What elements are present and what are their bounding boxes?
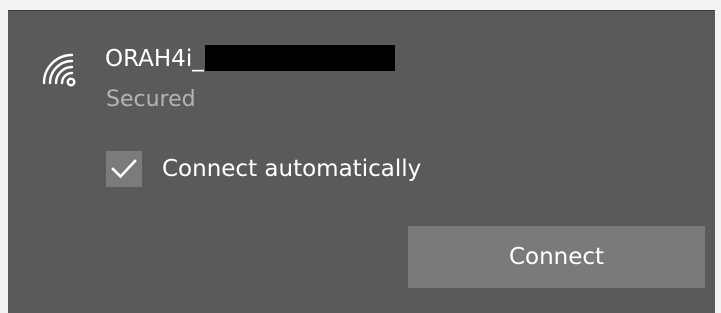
network-name-text: ORAH4i_	[105, 46, 204, 72]
wifi-network-flyout-item: ORAH4i_ Secured Connect automatically Co…	[8, 10, 715, 313]
checkmark-icon	[111, 159, 137, 179]
connect-button[interactable]: Connect	[408, 226, 705, 288]
network-status: Secured	[106, 87, 196, 112]
connect-automatically-checkbox[interactable]	[106, 151, 142, 187]
connect-automatically-label: Connect automatically	[162, 156, 422, 182]
network-name: ORAH4i_	[105, 44, 395, 74]
network-name-redaction	[204, 45, 395, 71]
window-background: ORAH4i_ Secured Connect automatically Co…	[0, 0, 721, 313]
connect-automatically-option[interactable]: Connect automatically	[106, 149, 421, 189]
wifi-secured-icon	[38, 49, 78, 89]
